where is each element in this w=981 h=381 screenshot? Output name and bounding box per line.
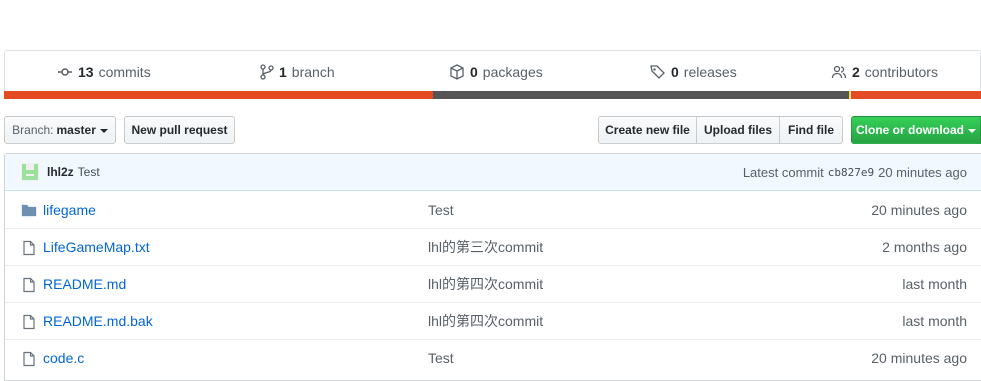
avatar[interactable] — [21, 163, 39, 181]
latest-commit-info: Latest commit cb827e9 20 minutes ago — [743, 154, 967, 191]
file-icon — [23, 277, 35, 293]
releases-link[interactable]: 0 releases — [650, 51, 737, 92]
folder-icon — [21, 204, 37, 217]
releases-label: releases — [683, 63, 737, 80]
contributors-link[interactable]: 2 contributors — [831, 51, 938, 92]
caret-down-icon — [99, 129, 108, 133]
package-icon — [450, 63, 464, 80]
file-name-link[interactable]: lifegame — [43, 202, 96, 218]
branch-name: master — [56, 123, 96, 137]
caret-down-icon — [968, 129, 976, 133]
file-name-link[interactable]: README.md — [43, 276, 126, 292]
packages-link[interactable]: 0 packages — [449, 51, 543, 92]
file-age: 2 months ago — [882, 239, 967, 255]
table-row: lifegame Test 20 minutes ago — [5, 191, 981, 228]
create-new-file-button[interactable]: Create new file — [598, 116, 697, 144]
branch-count: 1 — [279, 63, 287, 80]
language-segment — [433, 91, 849, 99]
latest-commit-label: Latest commit — [742, 165, 824, 180]
file-commit-message[interactable]: Test — [428, 202, 454, 218]
file-age: 20 minutes ago — [871, 350, 967, 366]
upload-files-button[interactable]: Upload files — [697, 116, 780, 144]
file-icon — [23, 314, 35, 330]
file-age: 20 minutes ago — [871, 201, 967, 218]
find-file-button[interactable]: Find file — [780, 116, 843, 144]
tag-icon — [650, 64, 665, 79]
packages-count: 0 — [470, 63, 478, 80]
file-commit-message[interactable]: lhl的第四次commit — [428, 274, 543, 294]
clone-or-download-button[interactable]: Clone or download — [851, 116, 981, 144]
file-commit-message[interactable]: Test — [428, 350, 454, 366]
language-segment — [4, 91, 433, 99]
file-commit-message[interactable]: lhl的第三次commit — [428, 237, 543, 257]
branch-label: branch — [291, 63, 335, 80]
clone-or-download-label: Clone or download — [856, 123, 964, 137]
table-row: README.md.bak lhl的第四次commit last month — [5, 302, 981, 339]
table-row: code.c Test 20 minutes ago — [5, 339, 981, 376]
file-commit-message[interactable]: lhl的第四次commit — [428, 311, 543, 331]
commits-label: commits — [98, 63, 151, 80]
file-age: last month — [902, 313, 967, 329]
commit-author[interactable]: lhl2z — [47, 165, 74, 179]
file-icon — [23, 240, 35, 256]
file-name-link[interactable]: LifeGameMap.txt — [43, 239, 150, 255]
branch-icon — [260, 63, 274, 80]
language-segment — [851, 91, 981, 99]
table-row: README.md lhl的第四次commit last month — [5, 265, 981, 302]
file-rows: lifegame Test 20 minutes ago LifeGameMap.tx… — [5, 191, 981, 376]
commit-tease: lhl2z Test Latest commit cb827e9 20 minu… — [5, 154, 981, 191]
commit-icon — [58, 67, 72, 76]
file-list: lhl2z Test Latest commit cb827e9 20 minu… — [4, 153, 981, 381]
packages-label: packages — [482, 63, 543, 80]
branch-link[interactable]: 1 branch — [260, 51, 335, 92]
file-age: last month — [902, 276, 967, 292]
branch-select-button[interactable]: Branch: master — [4, 116, 116, 144]
table-row: LifeGameMap.txt lhl的第三次commit 2 months ago — [5, 228, 981, 265]
commit-age: 20 minutes ago — [878, 165, 967, 180]
contributors-count: 2 — [852, 63, 860, 80]
commit-message[interactable]: Test — [78, 165, 100, 179]
commits-link[interactable]: 13 commits — [57, 51, 151, 92]
commit-sha[interactable]: cb827e9 — [828, 166, 874, 179]
new-pull-request-button[interactable]: New pull request — [124, 116, 235, 144]
repo-summary: 13 commits 1 branch 0 packages 0 release… — [4, 50, 981, 91]
file-icon — [23, 351, 35, 367]
file-name-link[interactable]: README.md.bak — [43, 313, 153, 329]
people-icon — [831, 65, 847, 78]
language-bar[interactable] — [4, 91, 981, 99]
branch-prefix: Branch: — [12, 123, 54, 137]
contributors-label: contributors — [864, 63, 938, 80]
commits-count: 13 — [78, 63, 94, 80]
releases-count: 0 — [671, 63, 679, 80]
file-name-link[interactable]: code.c — [43, 350, 84, 366]
